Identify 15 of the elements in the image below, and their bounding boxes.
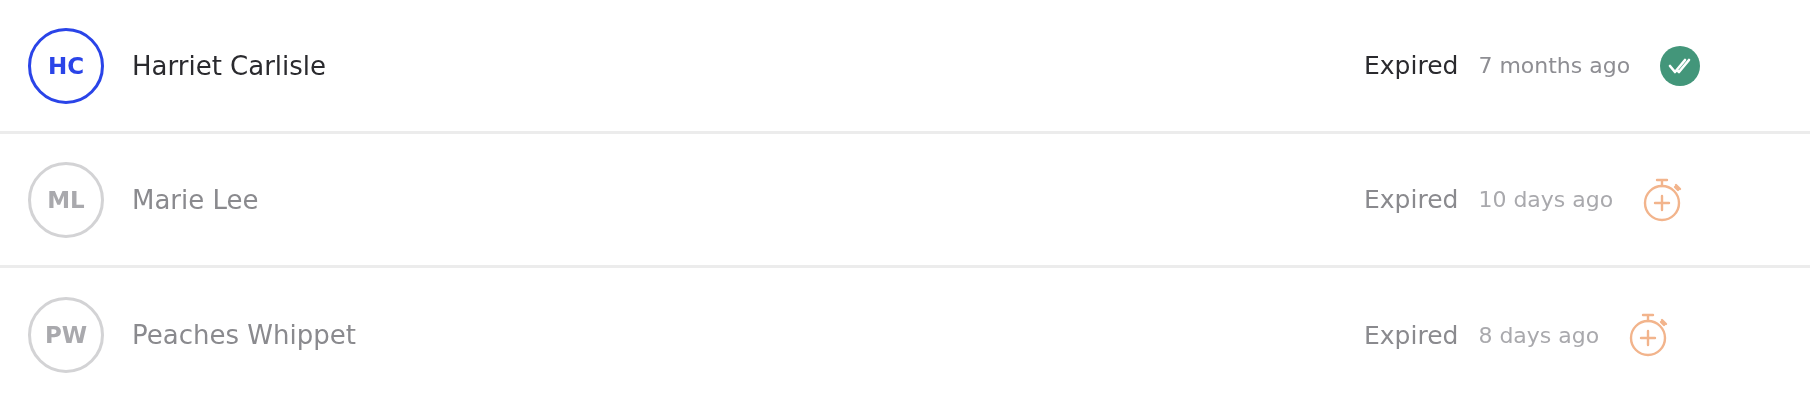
stopwatch-plus-icon[interactable]	[1643, 176, 1684, 223]
status-label: Expired	[1364, 320, 1459, 350]
status-label: Expired	[1364, 185, 1459, 214]
double-check-icon[interactable]	[1660, 45, 1701, 86]
time-ago: 7 months ago	[1478, 53, 1631, 78]
person-name: Peaches Whippet	[132, 320, 356, 350]
avatar-initials: PW	[28, 297, 104, 373]
time-ago: 8 days ago	[1478, 322, 1600, 348]
avatar-initials: HC	[28, 27, 104, 104]
avatar-initials: ML	[28, 161, 104, 238]
time-ago: 10 days ago	[1478, 187, 1614, 212]
person-name: Marie Lee	[132, 184, 259, 215]
status-label: Expired	[1364, 51, 1459, 80]
stopwatch-plus-icon[interactable]	[1629, 312, 1670, 358]
person-name: Harriet Carlisle	[132, 50, 327, 81]
